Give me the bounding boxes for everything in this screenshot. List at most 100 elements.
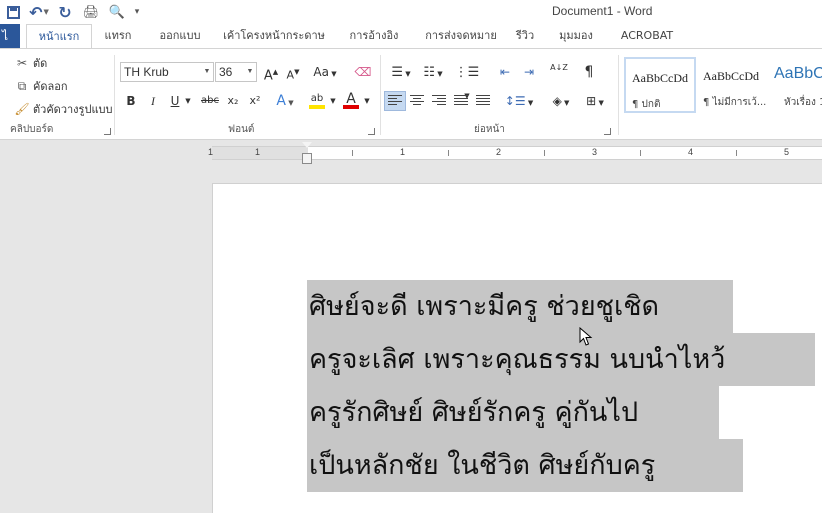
highlighter-icon: ab — [310, 93, 324, 104]
decrease-indent-button[interactable]: ⇤ — [494, 62, 516, 82]
ruler-number: 1 — [208, 147, 214, 157]
ruler-number: 1 — [400, 147, 406, 157]
font-color-button[interactable]: A — [340, 89, 362, 109]
style-sample: AaBbCcDd — [632, 71, 688, 85]
ruler-number: 3 — [592, 147, 598, 157]
format-painter-button[interactable]: 🖌 ตัวคัดวางรูปแบบ — [14, 100, 113, 118]
ribbon-tabs: ไ หน้าแรก แทรก ออกแบบ เค้าโครงหน้ากระดาษ… — [0, 24, 822, 49]
style-normal[interactable]: AaBbCcDd ¶ ปกติ — [624, 57, 696, 113]
increase-indent-button[interactable]: ⇥ — [518, 62, 540, 82]
distributed-button[interactable] — [472, 91, 494, 111]
font-size-combo[interactable]: 36 ▼ — [215, 62, 257, 82]
tab-mailings[interactable]: การส่งจดหมาย — [418, 24, 504, 48]
font-name-value: TH Krub — [124, 65, 169, 79]
cut-label: ตัด — [33, 57, 48, 70]
align-center-button[interactable] — [406, 91, 428, 111]
ruler-tick — [544, 150, 545, 156]
italic-button[interactable]: I — [142, 91, 164, 111]
clipboard-launcher-icon[interactable] — [104, 128, 111, 135]
line-spacing-icon: ↕☰ — [504, 94, 526, 108]
window-title: Document1 - Word — [552, 4, 653, 18]
tab-layout[interactable]: เค้าโครงหน้ากระดาษ — [222, 24, 326, 48]
document-line[interactable]: ครูรักศิษย์ ศิษย์รักครู คู่กันไป — [307, 386, 719, 439]
ruler-number: 2 — [496, 147, 502, 157]
ruler-tick — [736, 150, 737, 156]
ribbon: ✂ ตัด ⧉ คัดลอก 🖌 ตัวคัดวางรูปแบบ คลิปบอร… — [0, 48, 822, 140]
ruler-tick — [352, 150, 353, 156]
grow-font-button[interactable]: A▲ — [260, 62, 282, 83]
style-heading-1[interactable]: AaBbC หัวเรื่อง 1 — [770, 57, 822, 113]
style-name: ¶ ปกติ — [632, 99, 661, 110]
borders-button[interactable]: ⊞ ▼ — [580, 91, 610, 111]
scissors-icon: ✂ — [16, 56, 28, 70]
superscript-button[interactable]: x² — [244, 91, 266, 111]
align-left-button[interactable] — [384, 91, 406, 111]
shrink-font-button[interactable]: A▼ — [282, 62, 304, 82]
document-line[interactable]: ครูจะเลิศ เพราะคุณธรรม นบนำไหว้ — [307, 333, 815, 386]
copy-label: คัดลอก — [33, 80, 68, 93]
tab-acrobat[interactable]: ACROBAT — [612, 24, 682, 48]
highlight-dropdown[interactable]: ▼ — [328, 91, 338, 111]
redo-button[interactable]: ↻ — [52, 1, 78, 23]
subscript-button[interactable]: x₂ — [222, 91, 244, 111]
font-launcher-icon[interactable] — [368, 128, 375, 135]
numbering-button[interactable]: ☷ ▼ — [418, 62, 448, 82]
clear-formatting-button[interactable]: ⌫ — [352, 62, 374, 82]
copy-button[interactable]: ⧉ คัดลอก — [14, 77, 68, 95]
undo-button[interactable]: ↶ ▼ — [26, 1, 52, 23]
save-button[interactable] — [0, 1, 26, 23]
quick-access-toolbar: ↶ ▼ ↻ 🖨 🔍 ▾ — [0, 0, 144, 24]
underline-dropdown[interactable]: ▼ — [183, 91, 193, 111]
shading-button[interactable]: ◈ ▼ — [546, 91, 576, 111]
tab-design[interactable]: ออกแบบ — [150, 24, 210, 48]
chevron-down-icon: ▼ — [203, 68, 211, 75]
tab-file[interactable]: ไ — [0, 24, 20, 48]
text-effects-button[interactable]: A ▼ — [274, 91, 296, 111]
cut-button[interactable]: ✂ ตัด — [14, 54, 47, 72]
tab-insert[interactable]: แทรก — [96, 24, 140, 48]
borders-icon: ⊞ — [586, 94, 597, 108]
decrease-indent-icon: ⇤ — [499, 65, 511, 79]
group-separator — [114, 55, 115, 135]
tab-references[interactable]: การอ้างอิง — [340, 24, 408, 48]
customize-toolbar-button[interactable]: ▾ — [130, 1, 144, 23]
customize-icon: ▾ — [134, 7, 140, 17]
justify-button[interactable] — [450, 91, 472, 111]
align-left-icon — [388, 95, 402, 107]
paragraph-launcher-icon[interactable] — [604, 128, 611, 135]
align-right-button[interactable] — [428, 91, 450, 111]
eraser-icon: ⌫ — [354, 65, 372, 79]
print-button[interactable]: 🖨 — [78, 1, 104, 23]
strikethrough-button[interactable]: abc — [196, 91, 224, 111]
save-icon — [6, 5, 20, 19]
sort-button[interactable]: A↓Z — [548, 62, 570, 82]
format-painter-label: ตัวคัดวางรูปแบบ — [33, 103, 113, 116]
print-preview-button[interactable]: 🔍 — [104, 1, 130, 23]
printer-icon: 🖨 — [82, 4, 100, 20]
group-separator — [380, 55, 381, 135]
ruler-number: 5 — [784, 147, 790, 157]
group-separator — [618, 55, 619, 135]
style-no-spacing[interactable]: AaBbCcDd ¶ ไม่มีการเว้... — [697, 57, 769, 113]
document-line[interactable]: เป็นหลักชัย ในชีวิต ศิษย์กับครู — [307, 439, 743, 492]
tab-home[interactable]: หน้าแรก — [26, 24, 92, 49]
tab-review[interactable]: รีวิว — [512, 24, 538, 48]
numbered-list-icon: ☷ — [423, 65, 436, 80]
bold-button[interactable]: B — [120, 91, 142, 111]
multilevel-list-button[interactable]: ⋮☰ ▼ — [452, 62, 482, 100]
show-marks-button[interactable]: ¶ — [578, 62, 600, 82]
document-line[interactable]: ศิษย์จะดี เพราะมีครู ช่วยชูเชิด — [307, 280, 733, 333]
font-color-dropdown[interactable]: ▼ — [362, 91, 372, 111]
tab-view[interactable]: มุมมอง — [556, 24, 596, 48]
highlight-button[interactable]: ab — [306, 89, 328, 109]
font-name-combo[interactable]: TH Krub ▼ — [120, 62, 214, 82]
chevron-down-icon: ▼ — [43, 8, 49, 16]
line-spacing-button[interactable]: ↕☰ ▼ — [504, 91, 534, 111]
change-case-button[interactable]: Aa ▼ — [310, 62, 340, 82]
left-indent-marker[interactable] — [302, 153, 312, 164]
first-line-indent-marker[interactable] — [302, 142, 312, 148]
bullets-button[interactable]: ☰ ▼ — [386, 62, 416, 82]
ruler-number: 1 — [255, 147, 261, 157]
ruler-tick — [448, 150, 449, 156]
ruler-tick — [640, 150, 641, 156]
